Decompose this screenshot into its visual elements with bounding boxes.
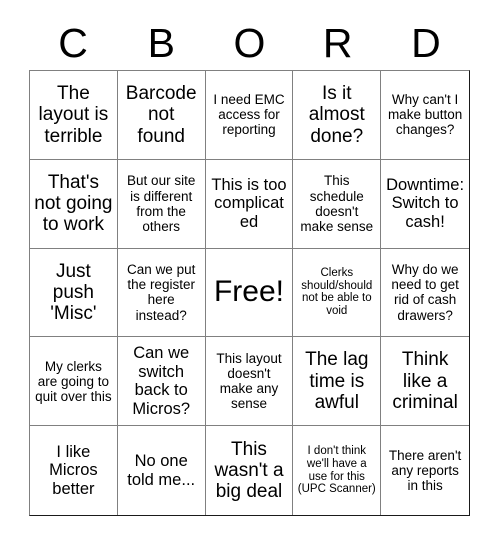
bingo-cell-label: Think like a criminal [392, 349, 458, 413]
bingo-cell[interactable]: But our site is different from the other… [117, 159, 206, 249]
bingo-cell-label: Barcode not found [125, 83, 197, 147]
bingo-cell[interactable]: There aren't any reports in this [381, 426, 469, 515]
bingo-cell[interactable]: Clerks should/should not be able to void [293, 248, 382, 338]
bingo-cell[interactable]: This schedule doesn't make sense [293, 159, 382, 249]
bingo-cell-label: Can we put the register here instead? [127, 262, 196, 323]
bingo-cell[interactable]: Barcode not found [117, 71, 206, 160]
header-letter-2: O [233, 19, 266, 66]
bingo-cell[interactable]: The layout is terrible [30, 71, 118, 160]
bingo-cell[interactable]: My clerks are going to quit over this [30, 337, 118, 427]
bingo-card: C B O R D The layout is terrible Barcode… [0, 0, 500, 544]
bingo-cell[interactable]: I don't think we'll have a use for this … [293, 426, 382, 515]
bingo-cell-label: Why do we need to get rid of cash drawer… [391, 262, 459, 323]
bingo-cell-label: The layout is terrible [38, 83, 109, 147]
bingo-cell-label: My clerks are going to quit over this [35, 358, 112, 404]
bingo-cell-label: There aren't any reports in this [388, 447, 462, 494]
bingo-cell-label: Clerks should/should not be able to void [301, 266, 373, 318]
bingo-cell-label: Is it almost done? [308, 83, 365, 147]
bingo-cell[interactable]: I need EMC access for reporting [205, 71, 294, 160]
bingo-cell[interactable]: This layout doesn't make any sense [205, 337, 294, 427]
bingo-cell-label: I need EMC access for reporting [213, 92, 285, 138]
bingo-cell-label: I don't think we'll have a use for this … [297, 444, 376, 496]
bingo-cell[interactable]: That's not going to work [30, 159, 118, 249]
bingo-cell[interactable]: Think like a criminal [381, 337, 469, 427]
bingo-cell-label: This schedule doesn't make sense [300, 173, 374, 234]
bingo-cell[interactable]: Why do we need to get rid of cash drawer… [381, 249, 469, 338]
bingo-cell-label: Just push 'Misc' [50, 260, 97, 325]
bingo-cell[interactable]: This wasn't a big deal [206, 426, 294, 515]
bingo-cell[interactable]: Can we switch back to Micros? [117, 337, 206, 427]
bingo-cell-label: Free! [213, 275, 284, 309]
bingo-cell[interactable]: Downtime: Switch to cash! [381, 160, 469, 249]
bingo-cell[interactable]: I like Micros better [30, 426, 118, 515]
bingo-header: C B O R D [29, 18, 470, 68]
bingo-cell[interactable]: No one told me... [118, 426, 206, 515]
bingo-cell-label: Downtime: Switch to cash! [386, 175, 465, 231]
bingo-cell-label: This is too complicated [211, 175, 287, 231]
bingo-grid: The layout is terrible Barcode not found… [29, 70, 470, 516]
bingo-cell[interactable]: Why can't I make button changes? [381, 71, 469, 160]
bingo-cell-label: No one told me... [127, 452, 196, 489]
header-letter-4: D [411, 19, 441, 66]
bingo-cell[interactable]: Can we put the register here instead? [117, 248, 206, 338]
bingo-cell-label: I like Micros better [49, 442, 98, 498]
bingo-cell[interactable]: Just push 'Misc' [30, 248, 118, 338]
bingo-cell[interactable]: This is too complicated [205, 159, 294, 249]
bingo-cell-label: Can we switch back to Micros? [132, 344, 191, 418]
bingo-cell-label: This wasn't a big deal [214, 438, 284, 503]
bingo-cell[interactable]: The lag time is awful [293, 337, 382, 427]
bingo-cell-free[interactable]: Free! [205, 248, 294, 338]
header-letter-1: B [147, 19, 175, 66]
bingo-cell-label: Why can't I make button changes? [387, 92, 463, 138]
header-letter-0: C [58, 19, 88, 66]
bingo-cell-label: This layout doesn't make any sense [216, 351, 282, 412]
bingo-cell-label: But our site is different from the other… [127, 173, 196, 234]
bingo-cell-label: The lag time is awful [305, 349, 369, 413]
header-letter-3: R [322, 19, 353, 66]
bingo-cell-label: That's not going to work [34, 171, 113, 236]
bingo-cell[interactable]: Is it almost done? [293, 71, 382, 160]
